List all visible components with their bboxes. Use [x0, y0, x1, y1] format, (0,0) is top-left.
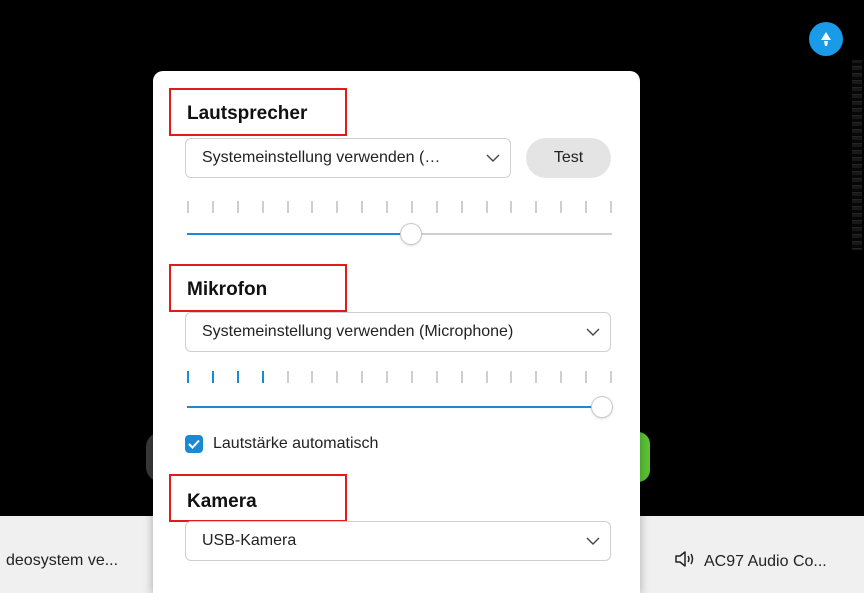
- camera-select-value: USB-Kamera: [202, 532, 297, 549]
- meter-bar: [261, 201, 264, 213]
- camera-select[interactable]: USB-Kamera: [185, 521, 611, 561]
- meter-bar: [236, 201, 239, 213]
- audio-device-button[interactable]: AC97 Audio Co...: [674, 550, 827, 573]
- meter-bar: [535, 371, 538, 383]
- meter-bar: [211, 371, 214, 383]
- slider-fill: [187, 406, 602, 408]
- auto-volume-label[interactable]: Lautstärke automatisch: [213, 435, 378, 453]
- microphone-select[interactable]: Systemeinstellung verwenden (Microphone): [185, 312, 611, 352]
- speaker-select-value: Systemeinstellung verwenden (…: [202, 149, 441, 166]
- meter-bar: [485, 201, 488, 213]
- video-noise: [852, 60, 862, 250]
- meter-bar: [286, 371, 289, 383]
- microphone-level-meter: [187, 371, 612, 383]
- slider-fill: [187, 233, 411, 235]
- meter-bar: [410, 371, 413, 383]
- meter-bar: [460, 201, 463, 213]
- speaker-select[interactable]: Systemeinstellung verwenden (…: [185, 138, 511, 178]
- speaker-level-meter: [187, 201, 612, 213]
- speaker-test-button[interactable]: Test: [526, 138, 611, 178]
- meter-bar: [435, 371, 438, 383]
- chevron-down-icon: [586, 323, 600, 341]
- slider-knob[interactable]: [401, 224, 421, 244]
- meter-bar: [510, 371, 513, 383]
- meter-bar: [585, 201, 587, 213]
- meter-bar: [286, 201, 289, 213]
- meter-bar: [261, 371, 264, 383]
- microphone-volume-slider[interactable]: [187, 397, 612, 417]
- speaker-heading: Lautsprecher: [187, 103, 308, 124]
- meter-bar: [609, 371, 612, 383]
- chevron-down-icon: [586, 532, 600, 550]
- audio-device-label: AC97 Audio Co...: [704, 552, 827, 570]
- meter-bar: [435, 201, 438, 213]
- meter-bar: [236, 371, 239, 383]
- meter-bar: [609, 201, 612, 213]
- meter-bar: [386, 371, 388, 383]
- chevron-down-icon: [486, 149, 500, 167]
- meter-bar: [410, 201, 413, 213]
- meter-bar: [560, 371, 563, 383]
- meter-bar: [460, 371, 463, 383]
- meter-bar: [386, 201, 388, 213]
- checkmark-icon: [188, 439, 200, 449]
- meter-bar: [311, 371, 314, 383]
- speaker-icon: [674, 550, 696, 573]
- meter-bar: [336, 371, 339, 383]
- camera-heading: Kamera: [187, 491, 257, 512]
- video-system-label[interactable]: deosystem ve...: [6, 552, 118, 570]
- meter-bar: [560, 201, 563, 213]
- speaker-volume-slider[interactable]: [187, 224, 612, 244]
- microphone-select-value: Systemeinstellung verwenden (Microphone): [202, 323, 514, 340]
- slider-knob[interactable]: [592, 397, 612, 417]
- meter-bar: [211, 201, 214, 213]
- meter-bar: [187, 201, 189, 213]
- meter-bar: [585, 371, 587, 383]
- meter-bar: [336, 201, 339, 213]
- auto-volume-checkbox[interactable]: [185, 435, 203, 453]
- meter-bar: [535, 201, 538, 213]
- meter-bar: [485, 371, 488, 383]
- meter-bar: [187, 371, 189, 383]
- meter-bar: [361, 201, 364, 213]
- meter-bar: [311, 201, 314, 213]
- meter-bar: [510, 201, 513, 213]
- meter-bar: [361, 371, 364, 383]
- badge-icon[interactable]: [809, 22, 843, 56]
- microphone-heading: Mikrofon: [187, 279, 268, 300]
